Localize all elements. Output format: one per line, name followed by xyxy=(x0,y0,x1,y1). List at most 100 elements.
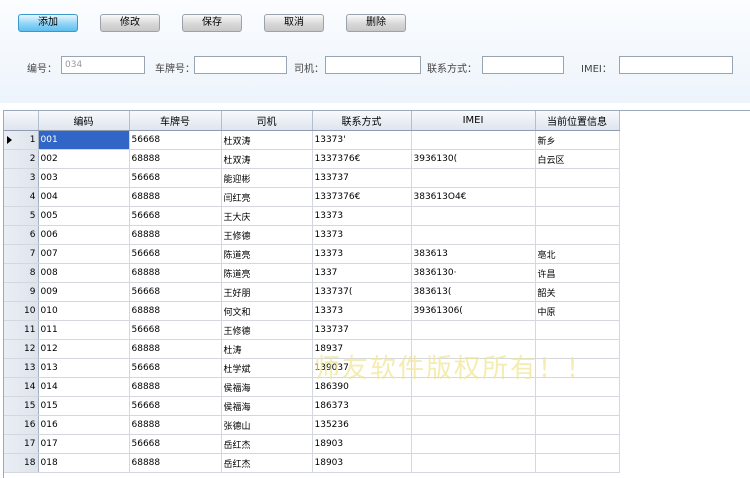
row-header[interactable]: 12 xyxy=(4,339,39,359)
cell-contact[interactable]: 13373' xyxy=(312,130,412,150)
cell-code[interactable]: 011 xyxy=(38,320,130,340)
cell-contact[interactable]: 186373 xyxy=(312,396,412,416)
cell-code[interactable]: 013 xyxy=(38,358,130,378)
cell-driver[interactable]: 张德山 xyxy=(221,415,313,435)
cell-imei[interactable] xyxy=(411,415,536,435)
row-header[interactable]: 1 xyxy=(4,130,39,150)
row-header[interactable]: 9 xyxy=(4,282,39,302)
cell-contact[interactable]: 18903 xyxy=(312,453,412,473)
table-row[interactable]: 4 004 68888 闫红亮 1337376€ 383613O4€ xyxy=(4,187,624,207)
cell-contact[interactable]: 1337376€ xyxy=(312,187,412,207)
cell-imei[interactable] xyxy=(411,320,536,340)
cell-location[interactable]: 中原 xyxy=(535,301,620,321)
cell-driver[interactable]: 王修德 xyxy=(221,225,313,245)
cell-code[interactable]: 004 xyxy=(38,187,130,207)
cell-location[interactable]: 韶关 xyxy=(535,282,620,302)
cell-location[interactable] xyxy=(535,415,620,435)
code-field[interactable]: 034 xyxy=(61,56,145,74)
row-header[interactable]: 14 xyxy=(4,377,39,397)
cell-location[interactable]: 亳北 xyxy=(535,244,620,264)
column-header-imei[interactable]: IMEI xyxy=(411,111,536,131)
cell-imei[interactable] xyxy=(411,206,536,226)
row-header[interactable]: 3 xyxy=(4,168,39,188)
cell-contact[interactable]: 18903 xyxy=(312,434,412,454)
cell-plate[interactable]: 56668 xyxy=(129,358,222,378)
cell-plate[interactable]: 56668 xyxy=(129,396,222,416)
table-row[interactable]: 5 005 56668 王大庆 13373 xyxy=(4,206,624,226)
add-button[interactable]: 添加 xyxy=(18,14,78,32)
cell-code[interactable]: 002 xyxy=(38,149,130,169)
cell-driver[interactable]: 杜学斌 xyxy=(221,358,313,378)
cell-location[interactable] xyxy=(535,434,620,454)
cell-imei[interactable] xyxy=(411,225,536,245)
cell-driver[interactable]: 杜涛 xyxy=(221,339,313,359)
cell-imei[interactable]: 39361306( xyxy=(411,301,536,321)
cell-imei[interactable]: 383613( xyxy=(411,282,536,302)
cell-imei[interactable]: 3836130· xyxy=(411,263,536,283)
row-header[interactable]: 2 xyxy=(4,149,39,169)
table-row[interactable]: 16 016 68888 张德山 135236 xyxy=(4,415,624,435)
column-header-driver[interactable]: 司机 xyxy=(221,111,313,131)
cell-plate[interactable]: 56668 xyxy=(129,434,222,454)
cell-location[interactable]: 白云区 xyxy=(535,149,620,169)
row-header[interactable]: 18 xyxy=(4,453,39,473)
cell-code[interactable]: 016 xyxy=(38,415,130,435)
cell-code[interactable]: 008 xyxy=(38,263,130,283)
table-row[interactable]: 11 011 56668 王修德 133737 xyxy=(4,320,624,340)
cell-location[interactable] xyxy=(535,320,620,340)
cell-code[interactable]: 012 xyxy=(38,339,130,359)
column-header-location[interactable]: 当前位置信息 xyxy=(535,111,620,131)
cell-location[interactable] xyxy=(535,396,620,416)
cell-driver[interactable]: 侯福海 xyxy=(221,396,313,416)
cell-code[interactable]: 014 xyxy=(38,377,130,397)
cell-imei[interactable] xyxy=(411,453,536,473)
cell-driver[interactable]: 何文和 xyxy=(221,301,313,321)
cell-location[interactable] xyxy=(535,187,620,207)
column-header-contact[interactable]: 联系方式 xyxy=(312,111,412,131)
cell-location[interactable]: 新乡 xyxy=(535,130,620,150)
cell-driver[interactable]: 能迎彬 xyxy=(221,168,313,188)
cell-plate[interactable]: 68888 xyxy=(129,339,222,359)
cell-driver[interactable]: 侯福海 xyxy=(221,377,313,397)
cell-driver[interactable]: 杜双涛 xyxy=(221,130,313,150)
cell-plate[interactable]: 68888 xyxy=(129,187,222,207)
cell-contact[interactable]: 1337 xyxy=(312,263,412,283)
cell-code[interactable]: 005 xyxy=(38,206,130,226)
cell-code[interactable]: 007 xyxy=(38,244,130,264)
cell-plate[interactable]: 68888 xyxy=(129,225,222,245)
contact-field[interactable] xyxy=(482,56,564,74)
cell-location[interactable] xyxy=(535,225,620,245)
column-header-plate[interactable]: 车牌号 xyxy=(129,111,222,131)
cell-contact[interactable]: 133737 xyxy=(312,168,412,188)
cell-driver[interactable]: 岳红杰 xyxy=(221,453,313,473)
table-row[interactable]: 3 003 56668 能迎彬 133737 xyxy=(4,168,624,188)
cancel-button[interactable]: 取消 xyxy=(264,14,324,32)
table-row[interactable]: 7 007 56668 陈道亮 13373 383613 亳北 xyxy=(4,244,624,264)
cell-code[interactable]: 001 xyxy=(38,130,130,150)
cell-imei[interactable] xyxy=(411,396,536,416)
cell-imei[interactable] xyxy=(411,168,536,188)
save-button[interactable]: 保存 xyxy=(182,14,242,32)
cell-code[interactable]: 017 xyxy=(38,434,130,454)
cell-driver[interactable]: 王大庆 xyxy=(221,206,313,226)
cell-plate[interactable]: 68888 xyxy=(129,263,222,283)
row-header[interactable]: 4 xyxy=(4,187,39,207)
cell-code[interactable]: 015 xyxy=(38,396,130,416)
row-header[interactable]: 17 xyxy=(4,434,39,454)
delete-button[interactable]: 删除 xyxy=(346,14,406,32)
table-row[interactable]: 9 009 56668 王好朋 133737(383613(韶关 xyxy=(4,282,624,302)
cell-contact[interactable]: 133737 xyxy=(312,320,412,340)
cell-imei[interactable]: 383613O4€ xyxy=(411,187,536,207)
cell-imei[interactable]: 3936130( xyxy=(411,149,536,169)
cell-imei[interactable] xyxy=(411,434,536,454)
imei-field[interactable] xyxy=(619,56,733,74)
cell-plate[interactable]: 56668 xyxy=(129,168,222,188)
cell-contact[interactable]: 13373 xyxy=(312,225,412,245)
cell-code[interactable]: 010 xyxy=(38,301,130,321)
vehicle-grid[interactable]: 编码 车牌号 司机 联系方式 IMEI 当前位置信息 1 001 56668 杜双涛 1… xyxy=(3,110,750,478)
table-row[interactable]: 17 017 56668 岳红杰 18903 xyxy=(4,434,624,454)
cell-code[interactable]: 009 xyxy=(38,282,130,302)
cell-driver[interactable]: 杜双涛 xyxy=(221,149,313,169)
cell-contact[interactable]: 13373 xyxy=(312,244,412,264)
table-row[interactable]: 10 010 68888 何文和 13373 39361306(中原 xyxy=(4,301,624,321)
